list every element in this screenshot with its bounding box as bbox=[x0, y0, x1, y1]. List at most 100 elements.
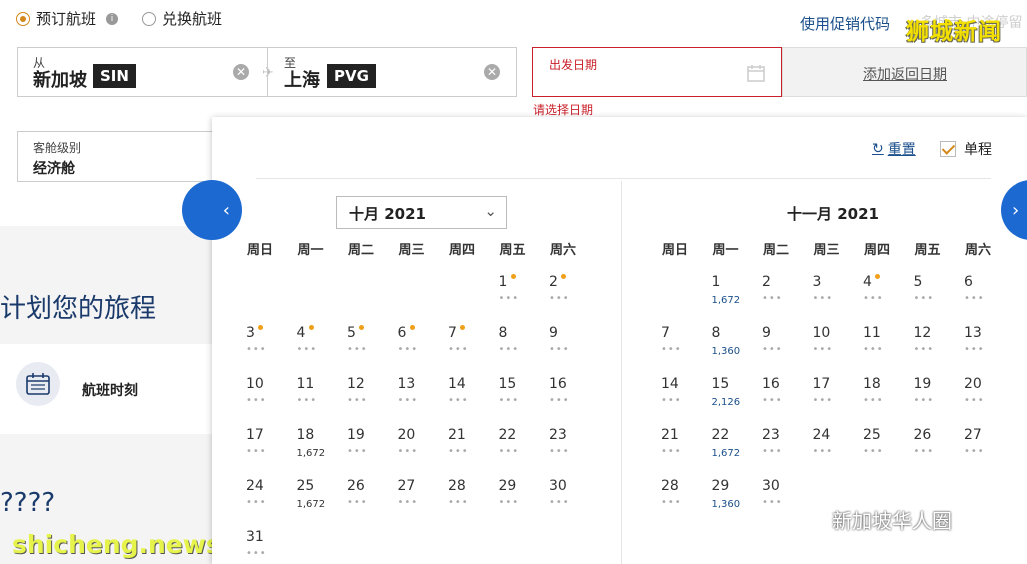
day-number: 4 bbox=[863, 274, 872, 290]
calendar-day[interactable]: 28 ••• bbox=[652, 478, 698, 529]
calendar-day[interactable]: 29 1,360 bbox=[703, 478, 749, 529]
month-select-value: 十月 2021 bbox=[349, 205, 426, 223]
calendar-day[interactable]: 24 ••• bbox=[804, 427, 850, 478]
calendar-day[interactable]: 9 ••• bbox=[540, 325, 586, 376]
calendar-day[interactable]: 20 ••• bbox=[389, 427, 435, 478]
promo-code-link[interactable]: 使用促销代码 bbox=[800, 13, 890, 34]
calendar-day[interactable]: 18 1,672 bbox=[288, 427, 334, 478]
to-city[interactable]: 上海 bbox=[284, 66, 320, 92]
calendar-day[interactable]: 19 ••• bbox=[338, 427, 384, 478]
calendar-day[interactable]: 1 1,672 bbox=[703, 274, 749, 325]
calendar-day[interactable]: 14 ••• bbox=[439, 376, 485, 427]
radio-book-flight[interactable] bbox=[16, 11, 30, 26]
calendar-day[interactable]: 26 ••• bbox=[338, 478, 384, 529]
flight-schedule-card[interactable]: 航班时刻 bbox=[0, 344, 212, 434]
calendar-day[interactable]: 2 ••• bbox=[540, 274, 586, 325]
calendar-day[interactable]: 10 ••• bbox=[237, 376, 283, 427]
calendar-day[interactable]: 13 ••• bbox=[389, 376, 435, 427]
calendar-day[interactable]: 23 ••• bbox=[540, 427, 586, 478]
radio-book-label[interactable]: 预订航班 bbox=[36, 8, 96, 29]
calendar-day[interactable]: 21 ••• bbox=[652, 427, 698, 478]
day-number: 2 bbox=[762, 274, 771, 290]
calendar-day[interactable]: 11 ••• bbox=[854, 325, 900, 376]
calendar-day[interactable]: 21 ••• bbox=[439, 427, 485, 478]
loading-dots: ••• bbox=[448, 395, 469, 406]
calendar-day[interactable]: 7 ••• bbox=[439, 325, 485, 376]
next-month-button[interactable]: › bbox=[1001, 180, 1027, 240]
cabin-class-field[interactable]: 客舱级别 经济舱 bbox=[17, 131, 217, 182]
calendar-day[interactable]: 20 ••• bbox=[955, 376, 1001, 427]
calendar-day[interactable]: 6 ••• bbox=[389, 325, 435, 376]
calendar-day[interactable]: 6 ••• bbox=[955, 274, 1001, 325]
one-way-checkbox[interactable] bbox=[940, 141, 956, 157]
info-icon[interactable]: i bbox=[106, 12, 119, 25]
calendar-day[interactable]: 26 ••• bbox=[905, 427, 951, 478]
prev-month-button[interactable]: ‹ bbox=[182, 180, 242, 240]
calendar-day[interactable]: 22 1,672 bbox=[703, 427, 749, 478]
calendar-day[interactable]: 30 ••• bbox=[753, 478, 799, 529]
day-number: 25 bbox=[863, 427, 881, 443]
reset-button[interactable]: ↻ 重置 bbox=[872, 139, 916, 159]
flight-schedule-label[interactable]: 航班时刻 bbox=[82, 380, 138, 400]
calendar-day[interactable]: 4 ••• bbox=[288, 325, 334, 376]
calendar-day[interactable]: 28 ••• bbox=[439, 478, 485, 529]
loading-dots: ••• bbox=[812, 446, 834, 457]
calendar-day[interactable]: 23 ••• bbox=[753, 427, 799, 478]
departure-date-field[interactable]: 出发日期 bbox=[532, 47, 782, 97]
day-number: 18 bbox=[863, 376, 881, 392]
calendar-day[interactable]: 17 ••• bbox=[804, 376, 850, 427]
calendar-day[interactable]: 18 ••• bbox=[854, 376, 900, 427]
add-return-date-label[interactable]: 添加返回日期 bbox=[863, 64, 947, 84]
day-number: 15 bbox=[498, 376, 517, 392]
calendar-day[interactable]: 2 ••• bbox=[753, 274, 799, 325]
radio-redeem-label[interactable]: 兑换航班 bbox=[162, 8, 222, 29]
day-number: 4 bbox=[296, 325, 306, 341]
calendar-day[interactable]: 31 ••• bbox=[237, 529, 283, 564]
calendar-day[interactable]: 27 ••• bbox=[389, 478, 435, 529]
from-city[interactable]: 新加坡 bbox=[33, 66, 87, 92]
calendar-day[interactable]: 12 ••• bbox=[905, 325, 951, 376]
day-number: 25 bbox=[296, 478, 315, 494]
radio-redeem-flight[interactable] bbox=[142, 11, 157, 26]
calendar-day[interactable]: 25 ••• bbox=[854, 427, 900, 478]
loading-dots: ••• bbox=[246, 497, 267, 508]
calendar-day[interactable]: 12 ••• bbox=[338, 376, 384, 427]
weekday-header: 周五 bbox=[499, 243, 526, 258]
calendar-day[interactable]: 13 ••• bbox=[955, 325, 1001, 376]
day-price: 1,672 bbox=[711, 295, 741, 306]
calendar-day[interactable]: 14 ••• bbox=[652, 376, 698, 427]
calendar-day[interactable]: 4 ••• bbox=[854, 274, 900, 325]
month-select[interactable]: 十月 2021 ⌄ bbox=[336, 196, 507, 229]
one-way-toggle[interactable]: 单程 bbox=[940, 139, 992, 159]
calendar-day[interactable]: 24 ••• bbox=[237, 478, 283, 529]
calendar-day[interactable]: 29 ••• bbox=[490, 478, 536, 529]
calendar-day[interactable]: 25 1,672 bbox=[288, 478, 334, 529]
calendar-day[interactable]: 19 ••• bbox=[905, 376, 951, 427]
calendar-day[interactable]: 3 ••• bbox=[804, 274, 850, 325]
calendar-day[interactable]: 30 ••• bbox=[540, 478, 586, 529]
calendar-day[interactable]: 5 ••• bbox=[905, 274, 951, 325]
calendar-day[interactable]: 11 ••• bbox=[288, 376, 334, 427]
reset-label[interactable]: 重置 bbox=[888, 139, 916, 159]
calendar-day[interactable]: 8 ••• bbox=[490, 325, 536, 376]
calendar-day[interactable]: 7 ••• bbox=[652, 325, 698, 376]
calendar-day[interactable]: 27 ••• bbox=[955, 427, 1001, 478]
loading-dots: ••• bbox=[964, 395, 985, 406]
clear-to-icon[interactable]: ✕ bbox=[484, 64, 500, 80]
calendar-day[interactable]: 15 2,126 bbox=[703, 376, 749, 427]
add-return-date-button[interactable]: 添加返回日期 bbox=[782, 47, 1027, 97]
calendar-day[interactable]: 9 ••• bbox=[753, 325, 799, 376]
calendar-day[interactable]: 5 ••• bbox=[338, 325, 384, 376]
calendar-day[interactable]: 16 ••• bbox=[540, 376, 586, 427]
calendar-day[interactable]: 15 ••• bbox=[490, 376, 536, 427]
calendar-day[interactable]: 17 ••• bbox=[237, 427, 283, 478]
calendar-day[interactable]: 8 1,360 bbox=[703, 325, 749, 376]
cabin-class-value: 经济舱 bbox=[33, 161, 75, 177]
calendar-day[interactable]: 22 ••• bbox=[490, 427, 536, 478]
calendar-day[interactable]: 1 ••• bbox=[490, 274, 536, 325]
calendar-day[interactable]: 3 ••• bbox=[237, 325, 283, 376]
schedule-calendar-icon bbox=[16, 362, 60, 406]
clear-from-icon[interactable]: ✕ bbox=[233, 64, 249, 80]
calendar-day[interactable]: 10 ••• bbox=[804, 325, 850, 376]
calendar-day[interactable]: 16 ••• bbox=[753, 376, 799, 427]
